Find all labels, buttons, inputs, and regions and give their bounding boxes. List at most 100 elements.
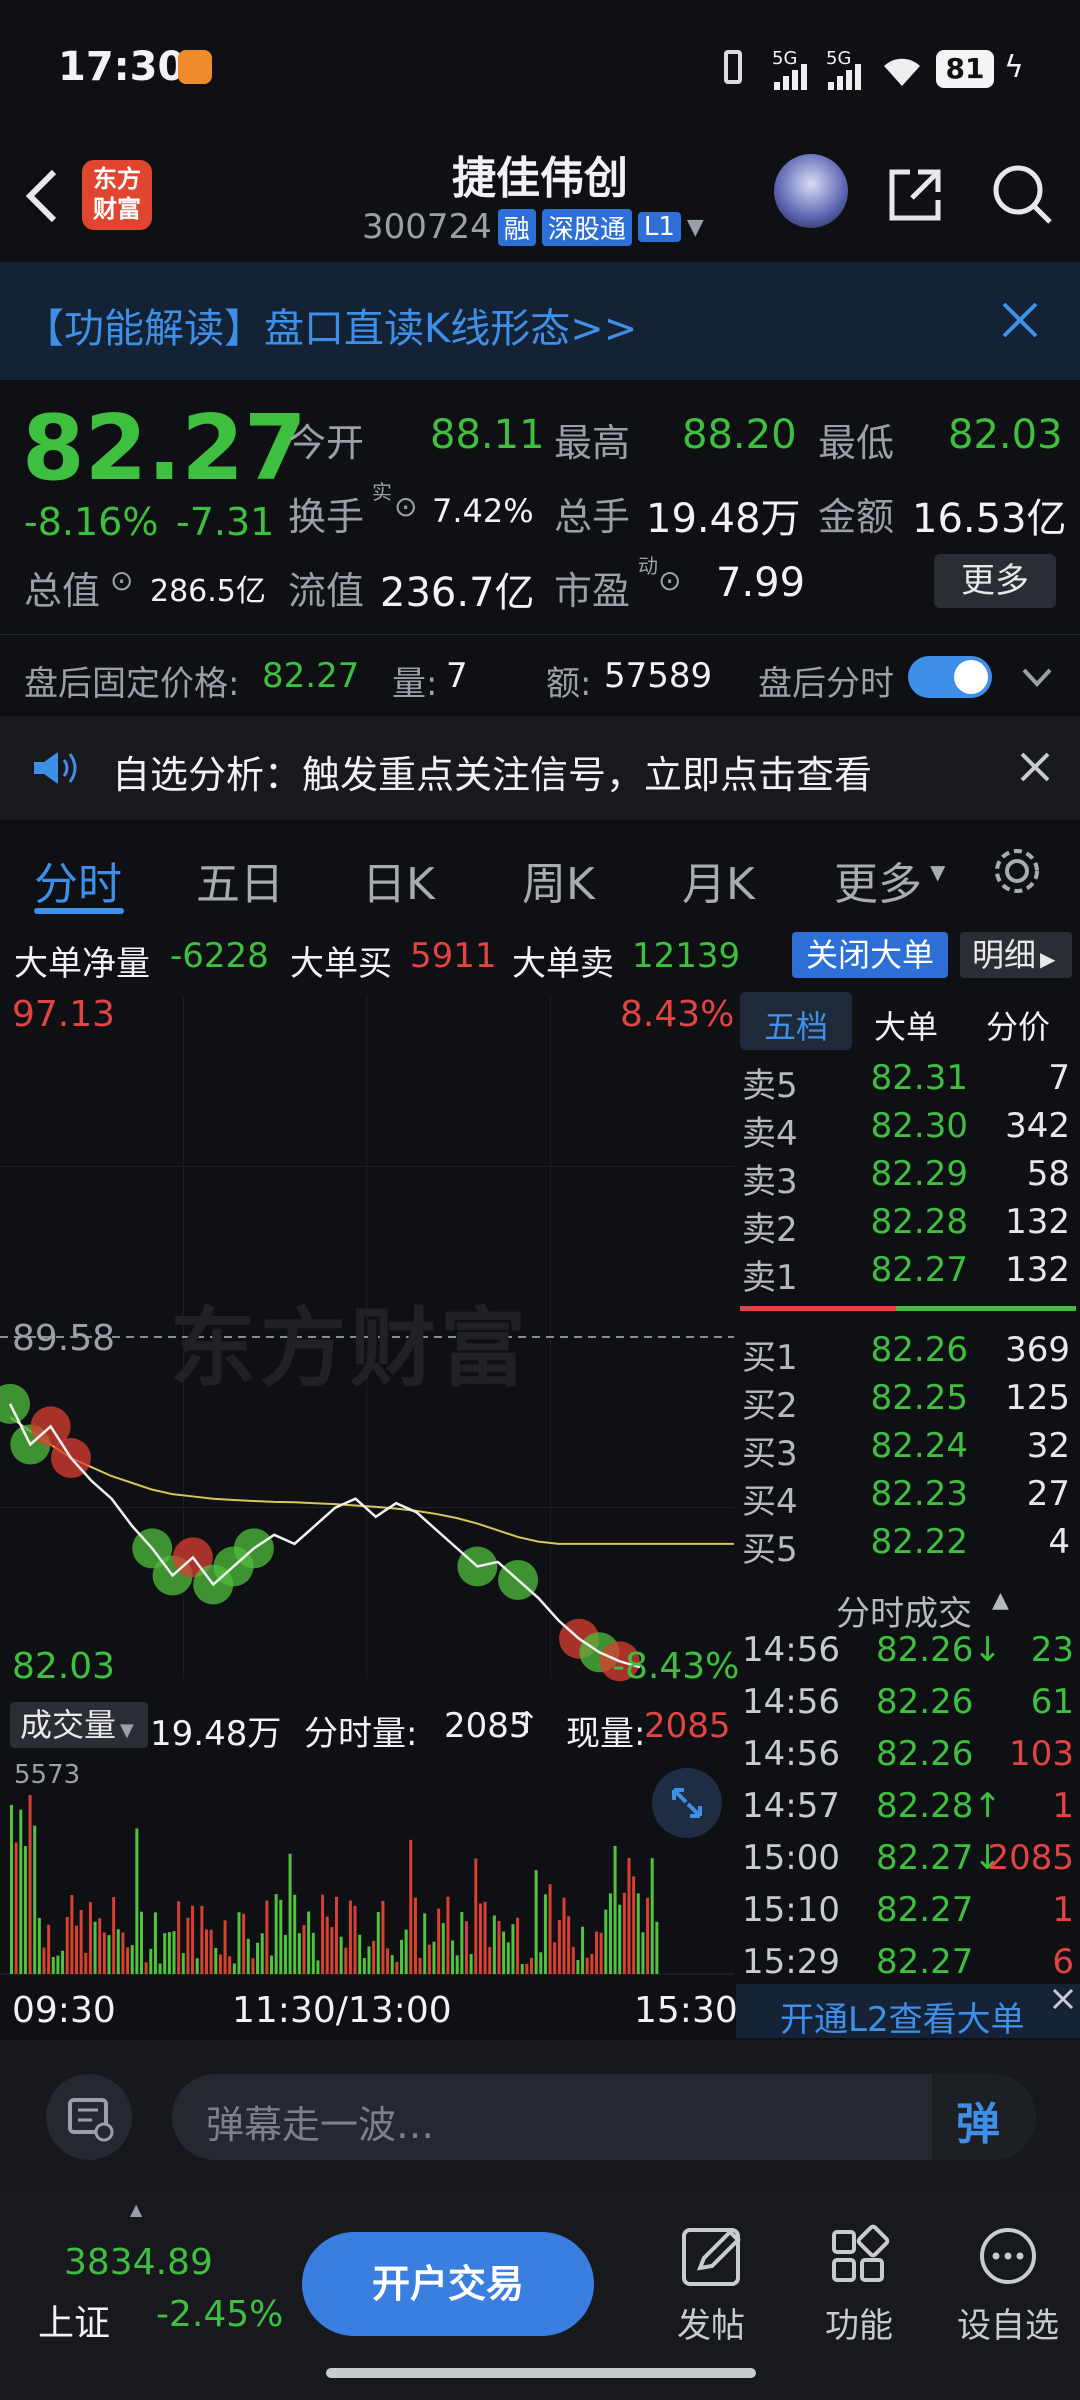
tab-monthly-k[interactable]: 月K bbox=[682, 848, 755, 912]
volume-bar bbox=[283, 1934, 287, 1974]
volume-bar bbox=[650, 1858, 654, 1974]
index-change[interactable]: -2.45% bbox=[156, 2294, 283, 2335]
l2-promo[interactable]: 开通L2查看大单 bbox=[736, 1984, 1080, 2041]
bid-vol: 125 bbox=[1005, 1378, 1070, 1418]
tab-weekly-k[interactable]: 周K bbox=[522, 848, 595, 912]
volume-bar bbox=[516, 1917, 520, 1974]
tick-row: 14:56 82.26 103 bbox=[736, 1734, 1080, 1786]
volume-bar bbox=[186, 1917, 190, 1974]
volume-indicator-label[interactable]: 成交量 bbox=[20, 1706, 116, 1744]
share-icon[interactable] bbox=[884, 164, 946, 226]
info-circle-icon[interactable]: ⊙ bbox=[658, 564, 681, 597]
ask-row-5[interactable]: 卖5 82.31 7 bbox=[736, 1058, 1080, 1106]
danmaku-input[interactable]: 弹幕走一波… 弹 bbox=[172, 2074, 1036, 2160]
bid-label: 买3 bbox=[742, 1434, 798, 1474]
ask-vol: 132 bbox=[1005, 1250, 1070, 1290]
volume-chart-svg[interactable] bbox=[0, 1754, 734, 1984]
volume-bar bbox=[548, 1884, 552, 1974]
index-value[interactable]: 3834.89 bbox=[64, 2242, 213, 2283]
close-big-order-button[interactable]: 关闭大单 bbox=[792, 932, 948, 978]
big-buy-bubble bbox=[0, 1383, 30, 1424]
ticks-header[interactable]: 分时成交 ▲ bbox=[736, 1578, 1080, 1634]
function-banner[interactable]: 【功能解读】盘口直读K线形态>> bbox=[0, 262, 1080, 380]
volume-bar bbox=[353, 1905, 357, 1974]
volume-indicator-select[interactable]: 成交量 ▼ bbox=[10, 1702, 148, 1748]
notice-bar[interactable]: 自选分析：触发重点关注信号，立即点击查看 bbox=[0, 716, 1080, 820]
mktcap-value: 286.5亿 bbox=[150, 574, 266, 609]
app-logo[interactable]: 东方财富 bbox=[82, 160, 152, 230]
ask-row-3[interactable]: 卖3 82.29 58 bbox=[736, 1154, 1080, 1202]
bid-row-2[interactable]: 买2 82.25 125 bbox=[736, 1378, 1080, 1426]
bid-row-1[interactable]: 买1 82.26 369 bbox=[736, 1330, 1080, 1378]
ask-row-4[interactable]: 卖4 82.30 342 bbox=[736, 1106, 1080, 1154]
prev-close-label: 89.58 bbox=[12, 1318, 116, 1359]
volume-bar bbox=[595, 1931, 598, 1974]
search-icon[interactable] bbox=[990, 162, 1054, 226]
danmaku-send-button[interactable]: 弹 bbox=[932, 2074, 1036, 2160]
bottom-pct-label: -8.43% bbox=[612, 1646, 740, 1687]
danmaku-send-label[interactable]: 弹 bbox=[956, 2088, 1000, 2152]
volume-bar bbox=[61, 1950, 65, 1974]
tab-five-day[interactable]: 五日 bbox=[196, 848, 284, 912]
nav-post[interactable]: 发帖 bbox=[656, 2220, 766, 2380]
volume-bar bbox=[441, 1923, 445, 1974]
timeshare-chart[interactable]: 97.13 8.43% 89.58 东方财富 82.03 -8.43% 成交量 ▼… bbox=[0, 988, 739, 2038]
volume-bar bbox=[163, 1933, 167, 1974]
detail-button[interactable]: 明细 ▶ bbox=[960, 932, 1072, 978]
up-arrow-icon: ↑ bbox=[514, 1706, 540, 1741]
bid-row-5[interactable]: 买5 82.22 4 bbox=[736, 1522, 1080, 1570]
after-timeshare-toggle[interactable] bbox=[908, 656, 992, 698]
low-value: 82.03 bbox=[948, 412, 1063, 458]
more-button[interactable]: 更多 bbox=[934, 554, 1056, 608]
l2-promo-text[interactable]: 开通L2查看大单 bbox=[780, 1992, 1025, 2041]
tick-price: 82.27 bbox=[876, 1942, 974, 1982]
nav-add-watchlist-label[interactable]: 设自选 bbox=[948, 2298, 1068, 2347]
chevron-down-icon[interactable] bbox=[1020, 666, 1054, 690]
tick-vol: 103 bbox=[1009, 1734, 1074, 1774]
tab-timeshare[interactable]: 分时 bbox=[34, 848, 122, 912]
volume-bar bbox=[172, 1931, 176, 1974]
settings-gear-icon[interactable] bbox=[990, 844, 1044, 898]
close-icon[interactable] bbox=[1048, 1984, 1078, 2014]
open-account-trade-button[interactable]: 开户交易 bbox=[302, 2232, 594, 2336]
danmaku-settings-icon[interactable] bbox=[46, 2074, 132, 2160]
bid-price: 82.26 bbox=[870, 1330, 968, 1370]
back-icon[interactable] bbox=[22, 166, 62, 226]
volume-bar bbox=[56, 1955, 60, 1974]
notice-text[interactable]: 自选分析：触发重点关注信号，立即点击查看 bbox=[112, 744, 872, 799]
nav-functions[interactable]: 功能 bbox=[804, 2220, 914, 2380]
close-icon[interactable] bbox=[1000, 300, 1040, 340]
robot-assistant-icon[interactable] bbox=[774, 154, 848, 228]
bottom-bar: ▲ 3834.89 上证 -2.45% 开户交易 发帖 功能 设自选 bbox=[0, 2190, 1080, 2400]
detail-label[interactable]: 明细 bbox=[972, 936, 1036, 974]
index-name[interactable]: 上证 bbox=[38, 2294, 110, 2346]
vibrate-icon bbox=[724, 50, 742, 84]
tab-daily-k[interactable]: 日K bbox=[362, 848, 435, 912]
tab-big-orders[interactable]: 大单 bbox=[874, 1002, 938, 1048]
volume-bar bbox=[256, 1942, 260, 1974]
ask-label: 卖2 bbox=[742, 1210, 798, 1250]
volume-bar bbox=[191, 1905, 195, 1974]
ask-row-2[interactable]: 卖2 82.28 132 bbox=[736, 1202, 1080, 1250]
caret-up-icon: ▲ bbox=[130, 2200, 143, 2219]
info-circle-icon[interactable]: ⊙ bbox=[110, 564, 133, 597]
close-icon[interactable] bbox=[1018, 750, 1052, 784]
tick-time: 14:56 bbox=[742, 1630, 840, 1670]
volume-bar bbox=[23, 1846, 27, 1974]
nav-add-watchlist[interactable]: 设自选 bbox=[948, 2220, 1068, 2380]
expand-icon[interactable] bbox=[652, 1768, 722, 1838]
volume-bar bbox=[10, 1804, 13, 1974]
nav-post-label[interactable]: 发帖 bbox=[656, 2298, 766, 2347]
bid-row-4[interactable]: 买4 82.23 27 bbox=[736, 1474, 1080, 1522]
nav-functions-label[interactable]: 功能 bbox=[804, 2298, 914, 2347]
stock-code-row[interactable]: 300724 融 深股通 L1 ▼ bbox=[362, 204, 704, 250]
tab-price-dist[interactable]: 分价 bbox=[986, 1002, 1050, 1048]
banner-text[interactable]: 【功能解读】盘口直读K线形态>> bbox=[24, 296, 637, 354]
bid-row-3[interactable]: 买3 82.24 32 bbox=[736, 1426, 1080, 1474]
tab-five-levels[interactable]: 五档 bbox=[764, 1002, 828, 1048]
volume-bar bbox=[571, 1946, 575, 1974]
info-circle-icon[interactable]: ⊙ bbox=[394, 490, 417, 523]
ask-row-1[interactable]: 卖1 82.27 132 bbox=[736, 1250, 1080, 1298]
tab-more[interactable]: 更多 bbox=[834, 848, 922, 912]
active-tab-indicator bbox=[34, 908, 124, 914]
